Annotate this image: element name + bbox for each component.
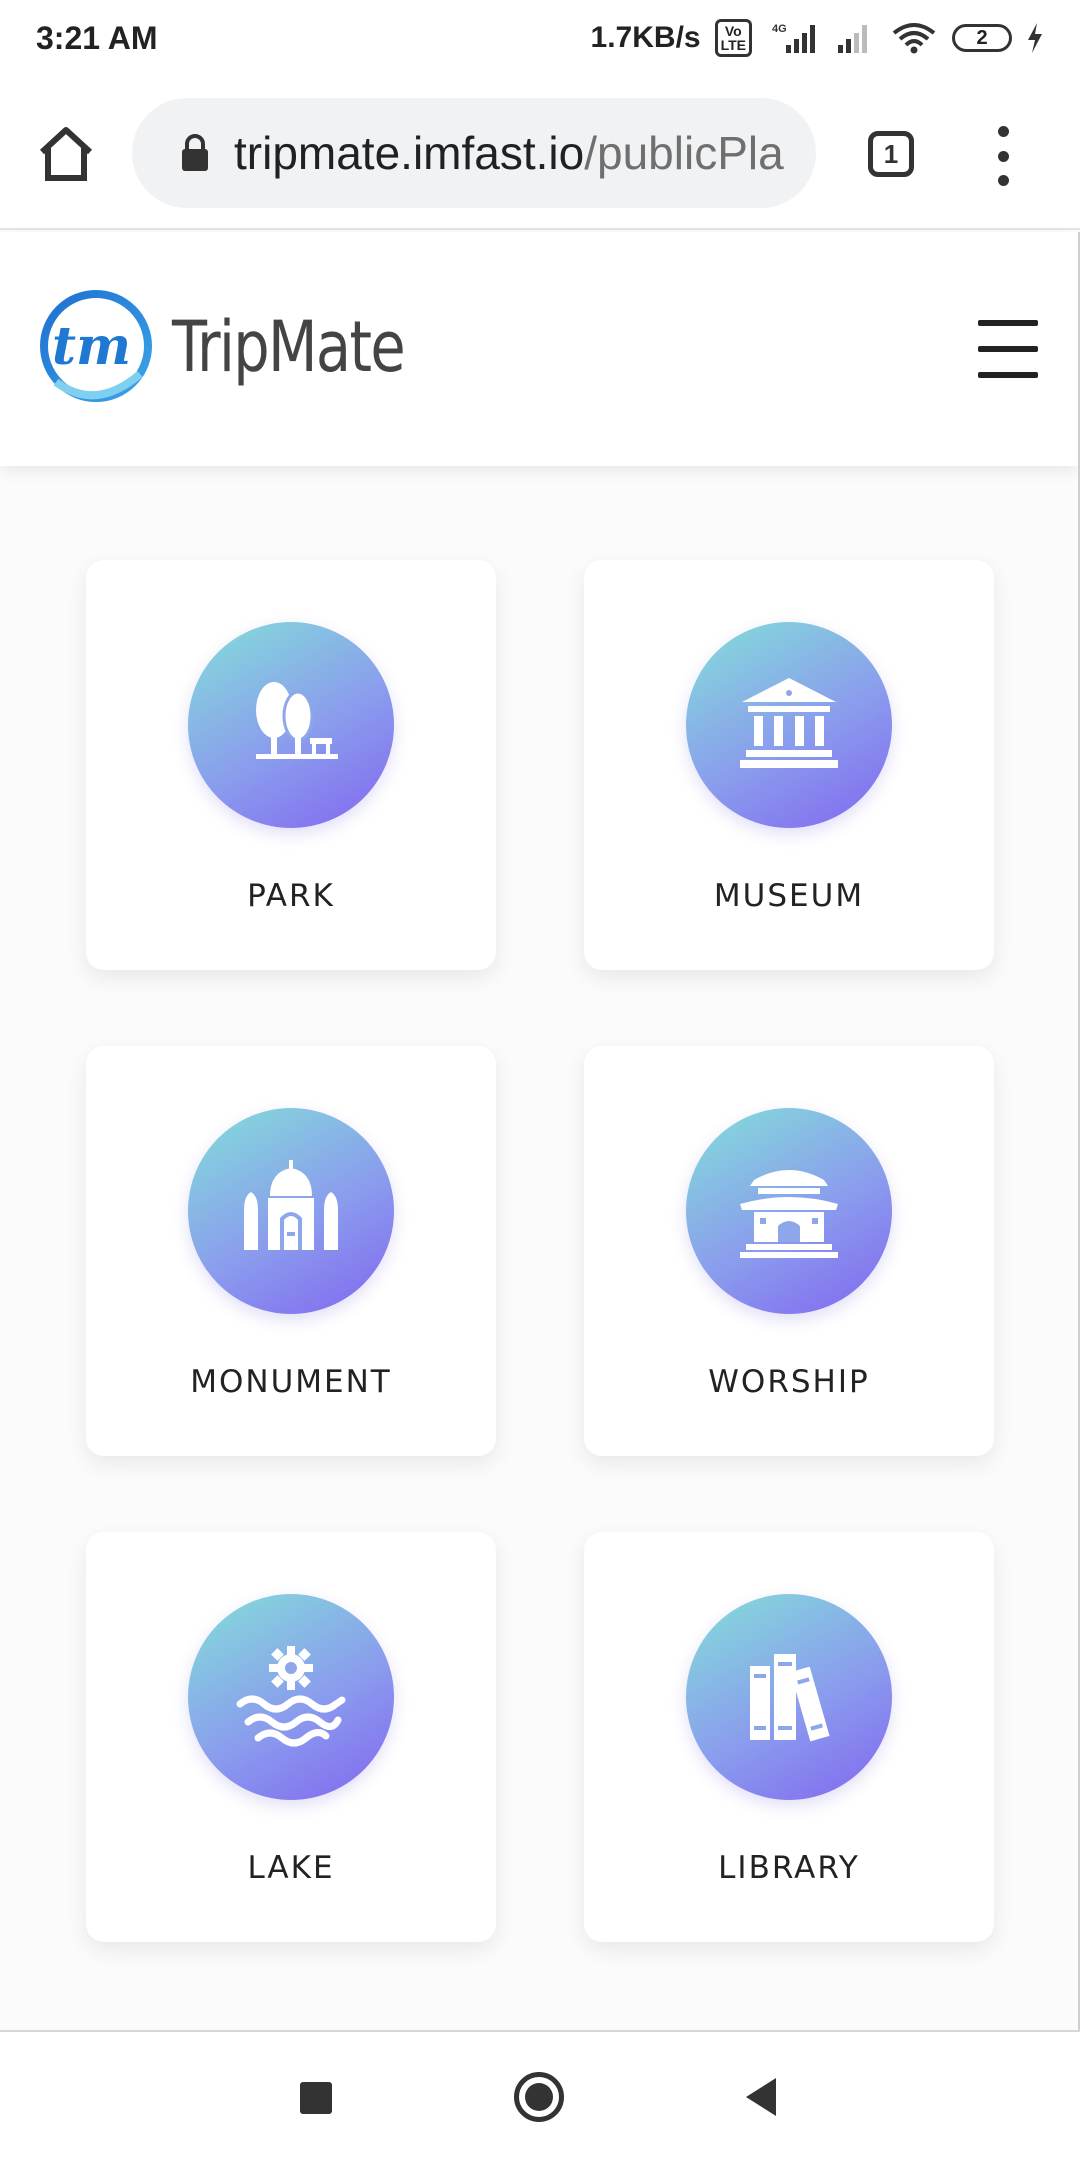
svg-text:tm: tm xyxy=(52,316,131,377)
tab-switcher-button[interactable]: 1 xyxy=(868,131,914,177)
signal-4g-icon: 4G xyxy=(772,23,815,53)
category-icon-circle xyxy=(686,622,892,828)
category-card-worship[interactable]: WORSHIP xyxy=(584,1046,994,1456)
system-navigation-bar xyxy=(0,2030,1080,2160)
category-label: PARK xyxy=(247,878,335,914)
category-card-library[interactable]: LIBRARY xyxy=(584,1532,994,1942)
lock-icon xyxy=(182,134,208,171)
signal-icon xyxy=(838,25,867,53)
worship-icon xyxy=(740,1170,838,1258)
category-label: WORSHIP xyxy=(708,1364,870,1400)
category-label: MUSEUM xyxy=(713,878,865,914)
category-card-museum[interactable]: MUSEUM xyxy=(584,560,994,970)
volte-icon: Vo LTE xyxy=(714,19,752,57)
tripmate-logo[interactable]: tm xyxy=(36,286,156,406)
charging-icon xyxy=(1028,23,1042,53)
address-bar[interactable]: tripmate.imfast.io/publicPla xyxy=(132,98,816,208)
browser-toolbar: tripmate.imfast.io/publicPla 1 xyxy=(0,76,1080,230)
lake-icon xyxy=(236,1646,346,1747)
status-bar: 3:21 AM 1.7KB/s Vo LTE 4G 2 xyxy=(0,0,1080,76)
home-icon[interactable] xyxy=(34,122,98,186)
brand-name[interactable]: TripMate xyxy=(172,306,406,388)
category-icon-circle xyxy=(686,1594,892,1800)
hamburger-menu-button[interactable] xyxy=(978,320,1038,378)
category-icon-circle xyxy=(188,1594,394,1800)
svg-text:4G: 4G xyxy=(772,23,787,35)
back-button[interactable] xyxy=(746,2078,776,2116)
network-speed: 1.7KB/s xyxy=(590,21,701,54)
status-icons: 1.7KB/s Vo LTE 4G 2 xyxy=(591,19,1044,57)
category-label: MONUMENT xyxy=(190,1364,392,1400)
site-header: tm TripMate xyxy=(0,232,1078,466)
wifi-icon xyxy=(892,23,936,54)
park-icon xyxy=(256,682,338,759)
category-label: LAKE xyxy=(247,1850,335,1886)
url-text: tripmate.imfast.io/publicPla xyxy=(234,127,784,179)
category-icon-circle xyxy=(188,622,394,828)
category-label: LIBRARY xyxy=(718,1850,860,1886)
category-card-lake[interactable]: LAKE xyxy=(86,1532,496,1942)
library-icon xyxy=(750,1654,830,1742)
battery-icon: 2 xyxy=(952,24,1012,52)
museum-icon xyxy=(740,678,838,768)
home-nav-button[interactable] xyxy=(514,2072,564,2122)
recents-button[interactable] xyxy=(300,2082,332,2114)
category-card-monument[interactable]: MONUMENT xyxy=(86,1046,496,1456)
category-icon-circle xyxy=(188,1108,394,1314)
category-card-park[interactable]: PARK xyxy=(86,560,496,970)
category-icon-circle xyxy=(686,1108,892,1314)
status-time: 3:21 AM xyxy=(36,19,158,56)
browser-menu-button[interactable] xyxy=(990,126,1016,186)
monument-icon xyxy=(244,1160,338,1250)
